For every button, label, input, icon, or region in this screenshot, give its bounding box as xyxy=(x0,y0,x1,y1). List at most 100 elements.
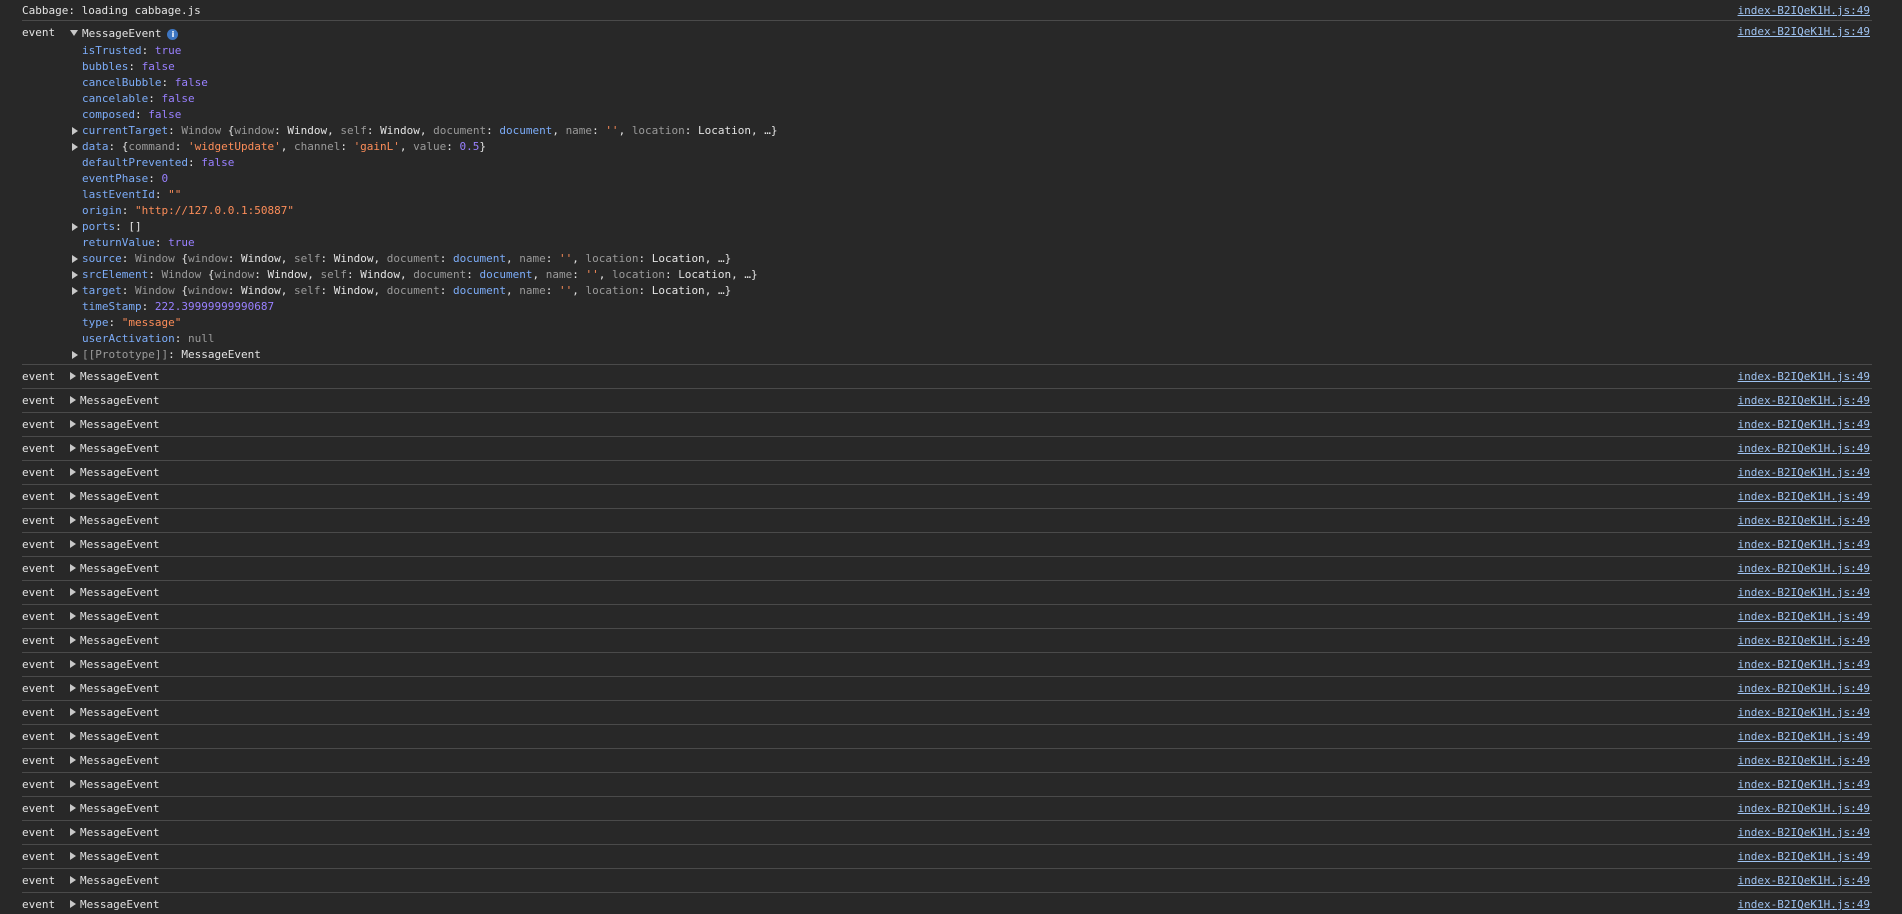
console-message-event: event MessageEvent index-B2IQeK1H.js:49 xyxy=(22,509,1872,533)
console-message-event: event MessageEvent index-B2IQeK1H.js:49 xyxy=(22,845,1872,869)
console-message-event: event MessageEvent index-B2IQeK1H.js:49 xyxy=(22,749,1872,773)
source-link[interactable]: index-B2IQeK1H.js:49 xyxy=(1738,778,1870,791)
event-label: event xyxy=(22,370,56,383)
expand-triangle-icon xyxy=(70,30,78,36)
console-message-event: event MessageEvent index-B2IQeK1H.js:49 xyxy=(22,533,1872,557)
source-link[interactable]: index-B2IQeK1H.js:49 xyxy=(1738,538,1870,551)
prop-composed: composed: false xyxy=(82,108,182,121)
expand-triangle-icon xyxy=(70,780,76,788)
object-class: MessageEvent xyxy=(80,490,160,503)
object-class: MessageEvent xyxy=(80,370,160,383)
source-link[interactable]: index-B2IQeK1H.js:49 xyxy=(1738,682,1870,695)
source-link[interactable]: index-B2IQeK1H.js:49 xyxy=(1738,442,1870,455)
prop-data[interactable]: data: {command: 'widgetUpdate', channel:… xyxy=(72,139,778,155)
object-class: MessageEvent xyxy=(80,442,160,455)
console-message-event: event MessageEvent index-B2IQeK1H.js:49 xyxy=(22,653,1872,677)
source-link[interactable]: index-B2IQeK1H.js:49 xyxy=(1738,826,1870,839)
event-label: event xyxy=(22,802,56,815)
prop-origin: origin: "http://127.0.0.1:50887" xyxy=(82,204,294,217)
prop-source[interactable]: source: Window {window: Window, self: Wi… xyxy=(72,251,778,267)
object-class: MessageEvent xyxy=(80,394,160,407)
event-label: event xyxy=(22,418,56,431)
object-class: MessageEvent xyxy=(80,826,160,839)
object-toggle[interactable]: MessageEvent xyxy=(70,802,159,815)
source-link[interactable]: index-B2IQeK1H.js:49 xyxy=(1738,658,1870,671)
object-toggle[interactable]: MessageEvent xyxy=(70,514,159,527)
console-message-event: event MessageEvent index-B2IQeK1H.js:49 xyxy=(22,389,1872,413)
object-toggle[interactable]: MessageEvent xyxy=(70,754,159,767)
expand-triangle-icon xyxy=(70,372,76,380)
expand-triangle-icon xyxy=(70,588,76,596)
event-label: event xyxy=(22,898,56,911)
source-link[interactable]: index-B2IQeK1H.js:49 xyxy=(1738,634,1870,647)
source-link[interactable]: index-B2IQeK1H.js:49 xyxy=(1738,394,1870,407)
object-class: MessageEvent xyxy=(80,634,160,647)
object-toggle[interactable]: MessageEvent xyxy=(70,706,159,719)
prop-ports[interactable]: ports: [] xyxy=(72,219,778,235)
object-toggle[interactable]: MessageEvent xyxy=(70,538,159,551)
source-link[interactable]: index-B2IQeK1H.js:49 xyxy=(1738,874,1870,887)
object-class: MessageEvent xyxy=(80,466,160,479)
expand-triangle-icon xyxy=(70,732,76,740)
object-class: MessageEvent xyxy=(80,562,160,575)
expand-triangle-icon xyxy=(72,287,78,295)
source-link[interactable]: index-B2IQeK1H.js:49 xyxy=(1738,490,1870,503)
object-toggle[interactable]: MessageEvent i xyxy=(70,27,179,40)
event-label: event xyxy=(22,730,56,743)
source-link[interactable]: index-B2IQeK1H.js:49 xyxy=(1738,610,1870,623)
object-class: MessageEvent xyxy=(80,418,160,431)
console-message-event: event MessageEvent index-B2IQeK1H.js:49 xyxy=(22,365,1872,389)
object-class: MessageEvent xyxy=(80,538,160,551)
object-toggle[interactable]: MessageEvent xyxy=(70,730,159,743)
object-toggle[interactable]: MessageEvent xyxy=(70,850,159,863)
prop-prototype[interactable]: [[Prototype]]: MessageEvent xyxy=(72,347,778,363)
source-link[interactable]: index-B2IQeK1H.js:49 xyxy=(1738,850,1870,863)
object-toggle[interactable]: MessageEvent xyxy=(70,490,159,503)
object-toggle[interactable]: MessageEvent xyxy=(70,418,159,431)
expand-triangle-icon xyxy=(70,804,76,812)
prop-srcElement[interactable]: srcElement: Window {window: Window, self… xyxy=(72,267,778,283)
source-link[interactable]: index-B2IQeK1H.js:49 xyxy=(1738,466,1870,479)
prop-lastEventId: lastEventId: "" xyxy=(82,188,182,201)
object-toggle[interactable]: MessageEvent xyxy=(70,610,159,623)
object-class: MessageEvent xyxy=(80,754,160,767)
object-toggle[interactable]: MessageEvent xyxy=(70,778,159,791)
expand-triangle-icon xyxy=(70,708,76,716)
object-class: MessageEvent xyxy=(82,27,162,40)
object-toggle[interactable]: MessageEvent xyxy=(70,466,159,479)
source-link[interactable]: index-B2IQeK1H.js:49 xyxy=(1738,25,1870,38)
object-toggle[interactable]: MessageEvent xyxy=(70,370,159,383)
source-link[interactable]: index-B2IQeK1H.js:49 xyxy=(1738,898,1870,911)
object-toggle[interactable]: MessageEvent xyxy=(70,442,159,455)
console-panel: Cabbage: loading cabbage.js index-B2IQeK… xyxy=(22,0,1872,914)
prop-target[interactable]: target: Window {window: Window, self: Wi… xyxy=(72,283,778,299)
object-toggle[interactable]: MessageEvent xyxy=(70,658,159,671)
event-label: event xyxy=(22,442,56,455)
object-toggle[interactable]: MessageEvent xyxy=(70,586,159,599)
object-toggle[interactable]: MessageEvent xyxy=(70,898,159,911)
collapsed-event-list: event MessageEvent index-B2IQeK1H.js:49 eve… xyxy=(22,365,1872,914)
source-link[interactable]: index-B2IQeK1H.js:49 xyxy=(1738,514,1870,527)
source-link[interactable]: index-B2IQeK1H.js:49 xyxy=(1738,418,1870,431)
source-link[interactable]: index-B2IQeK1H.js:49 xyxy=(1738,802,1870,815)
console-message-event: event MessageEvent index-B2IQeK1H.js:49 xyxy=(22,701,1872,725)
object-toggle[interactable]: MessageEvent xyxy=(70,682,159,695)
source-link[interactable]: index-B2IQeK1H.js:49 xyxy=(1738,370,1870,383)
source-link[interactable]: index-B2IQeK1H.js:49 xyxy=(1738,4,1870,17)
object-toggle[interactable]: MessageEvent xyxy=(70,634,159,647)
source-link[interactable]: index-B2IQeK1H.js:49 xyxy=(1738,730,1870,743)
prop-cancelable: cancelable: false xyxy=(82,92,195,105)
source-link[interactable]: index-B2IQeK1H.js:49 xyxy=(1738,706,1870,719)
object-toggle[interactable]: MessageEvent xyxy=(70,874,159,887)
info-icon[interactable]: i xyxy=(167,29,179,40)
source-link[interactable]: index-B2IQeK1H.js:49 xyxy=(1738,586,1870,599)
object-toggle[interactable]: MessageEvent xyxy=(70,562,159,575)
prop-type: type: "message" xyxy=(82,316,182,329)
object-toggle[interactable]: MessageEvent xyxy=(70,394,159,407)
source-link[interactable]: index-B2IQeK1H.js:49 xyxy=(1738,562,1870,575)
prop-currentTarget[interactable]: currentTarget: Window {window: Window, s… xyxy=(72,123,778,139)
expand-triangle-icon xyxy=(72,223,78,231)
object-toggle[interactable]: MessageEvent xyxy=(70,826,159,839)
source-link[interactable]: index-B2IQeK1H.js:49 xyxy=(1738,754,1870,767)
prop-returnValue: returnValue: true xyxy=(82,236,195,249)
